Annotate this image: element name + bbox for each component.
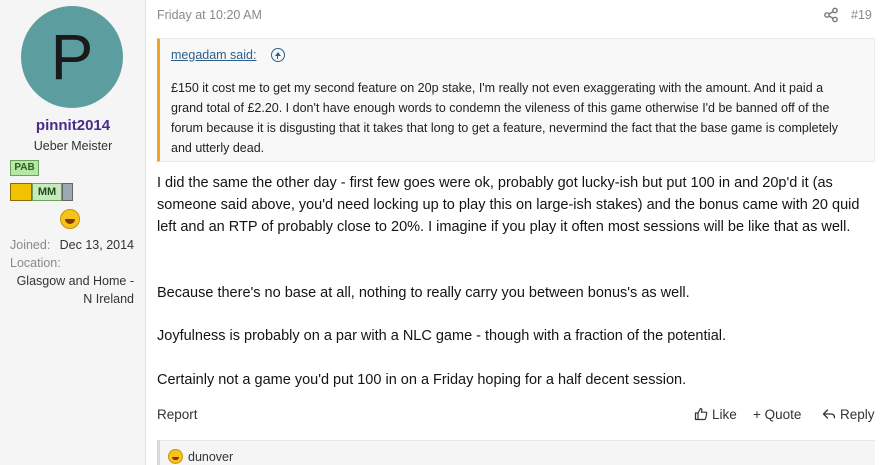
user-sidebar: P pinnit2014 Ueber Meister PAB MM Joined… xyxy=(0,0,146,465)
joined-value: Dec 13, 2014 xyxy=(59,238,134,252)
avatar[interactable]: P xyxy=(21,6,123,108)
message-paragraph-1: I did the same the other day - first few… xyxy=(157,175,860,235)
reactions-bar[interactable]: dunover xyxy=(157,440,875,465)
laughing-emoji-icon xyxy=(60,209,80,229)
location-label: Location: xyxy=(10,256,61,270)
message-paragraph-2: Because there's no base at all, nothing … xyxy=(157,285,690,301)
post-date[interactable]: Friday at 10:20 AM xyxy=(157,8,262,22)
quote-author-link[interactable]: megadam said: xyxy=(171,48,256,62)
user-title: Ueber Meister xyxy=(33,139,113,153)
reaction-users[interactable]: dunover xyxy=(188,450,233,464)
quote-block: megadam said: £150 it cost me to get my … xyxy=(157,38,875,162)
reply-arrow-icon xyxy=(822,409,836,419)
like-label: Like xyxy=(712,407,737,422)
gold-badge-icon xyxy=(10,183,32,201)
quote-jump-icon[interactable] xyxy=(271,48,285,62)
message-paragraph-4: Certainly not a game you'd put 100 in on… xyxy=(157,372,687,388)
location-value-line1: Glasgow and Home - xyxy=(16,274,134,288)
quote-text: £150 it cost me to get my second feature… xyxy=(171,81,839,155)
reply-button[interactable]: Reply xyxy=(822,407,875,422)
report-link[interactable]: Report xyxy=(157,407,198,422)
location-value-line2: N Ireland xyxy=(83,292,134,306)
quote-button[interactable]: + Quote xyxy=(753,407,801,422)
username-link[interactable]: pinnit2014 xyxy=(0,117,146,134)
message-paragraph-3: Joyfulness is probably on a par with a N… xyxy=(157,328,727,344)
share-icon[interactable] xyxy=(823,7,839,23)
reply-label: Reply xyxy=(840,407,875,422)
post-number-link[interactable]: #19 xyxy=(851,8,872,22)
like-button[interactable]: Like xyxy=(694,407,737,422)
small-badge-icon xyxy=(62,183,73,201)
post-actions-bar: Report Like + Quote Reply xyxy=(157,407,875,427)
joined-label: Joined: xyxy=(10,238,51,252)
grinning-emoji-icon xyxy=(168,449,183,464)
pab-badge-icon: PAB xyxy=(10,160,39,176)
thumbs-up-icon xyxy=(694,407,708,421)
mm-badge-icon: MM xyxy=(32,183,62,201)
